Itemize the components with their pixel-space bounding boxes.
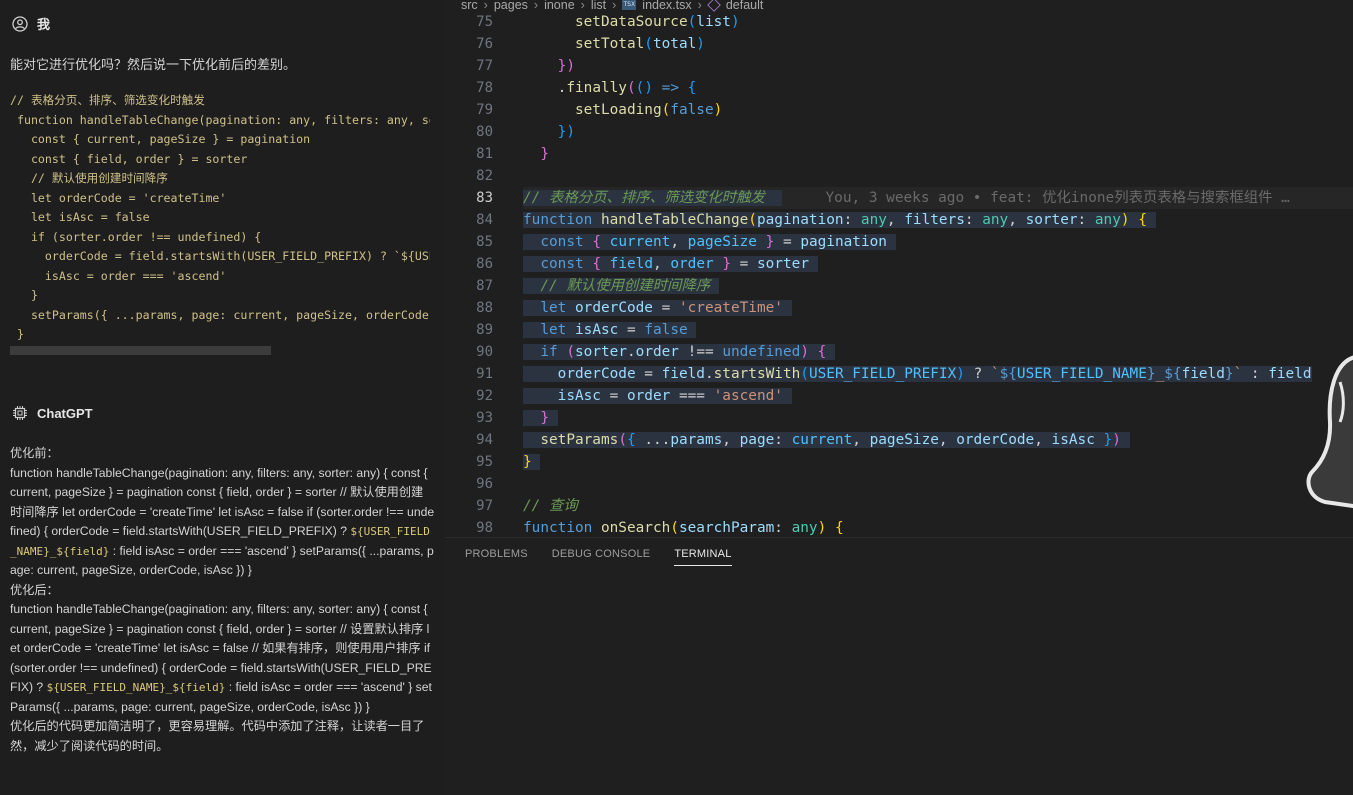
line-number: 97 [476, 498, 493, 514]
line-number: 80 [476, 124, 493, 140]
user-code-line: isAsc = order === 'ascend' [10, 268, 227, 283]
user-code-line: function handleTableChange(pagination: a… [16, 112, 430, 127]
line-number: 90 [476, 344, 493, 360]
code-line: setLoading(false) [574, 102, 723, 118]
code-line: // 默认使用创建时间降序 [523, 275, 1353, 297]
code-line: const { current, pageSize } = pagination [523, 231, 1353, 253]
user-author: 我 [12, 14, 50, 33]
code-line: setDataSource(list) [574, 14, 740, 30]
after-label: 优化后： [10, 582, 59, 597]
line-number: 78 [476, 80, 493, 96]
code-line-current: // 表格分页、排序、筛选变化时触发 You, 3 weeks ago • fe… [523, 187, 1353, 209]
line-number: 77 [476, 58, 493, 74]
code-line: } [540, 146, 549, 162]
after-code-text: function handleTableChange(pagination: a… [10, 602, 432, 714]
line-number: 87 [476, 278, 493, 294]
line-number: 88 [476, 300, 493, 316]
code-line: } [523, 451, 1353, 473]
code-line: setParams({ ...params, page: current, pa… [523, 429, 1353, 451]
code-line: setTotal(total) [574, 36, 705, 52]
line-number: 96 [476, 476, 493, 492]
user-code-line: // 表格分页、排序、筛选变化时触发 [10, 93, 205, 107]
code-editor[interactable]: src › pages › inone › list › TSX index.tsx › … [445, 0, 1353, 537]
tab-problems[interactable]: PROBLEMS [465, 548, 528, 566]
user-code-line: const { current, pageSize } = pagination [10, 132, 311, 146]
user-code-line: orderCode = field.startsWith(USER_FIELD_… [44, 249, 430, 263]
line-number: 76 [476, 36, 493, 52]
before-label: 优化前： [10, 446, 59, 460]
tab-terminal[interactable]: TERMINAL [674, 548, 732, 566]
line-number: 94 [476, 432, 493, 448]
line-number-gutter: 75 76 77 78 79 80 81 82 83 84 85 86 87 88 89 90 91 92 93 94… [445, 11, 493, 537]
code-line: let orderCode = 'createTime' [523, 297, 1353, 319]
user-code-block: // 表格分页、排序、筛选变化时触发 function handleTableC… [10, 91, 430, 345]
user-code-line: } [10, 327, 24, 341]
panel-tabs: PROBLEMS DEBUG CONSOLE TERMINAL [465, 548, 732, 566]
code-line: } [523, 407, 1353, 429]
line-number: 82 [476, 168, 493, 184]
user-code-line: if (sorter.order !== undefined) { [10, 229, 262, 244]
chatgpt-chip-icon [13, 406, 27, 420]
line-number: 92 [476, 388, 493, 404]
line-number: 83 [476, 190, 493, 206]
user-code-line: setParams({ ...params, page: current, pa… [30, 307, 430, 322]
bot-author: ChatGPT [12, 405, 93, 421]
line-number: 98 [476, 520, 493, 536]
user-code-line: // 默认使用创建时间降序 [10, 171, 168, 185]
code-line: .finally(() => { [523, 80, 697, 96]
before-code-text: function handleTableChange(pagination: a… [10, 465, 435, 578]
user-code-line: } [10, 288, 38, 302]
mascot-sticker-image [1306, 355, 1353, 509]
code-line: isAsc = order === 'ascend' [523, 385, 1353, 407]
line-number: 86 [476, 256, 493, 272]
user-code-line: let orderCode = 'createTime' [10, 190, 227, 205]
chat-panel: 我 能对它进行优化吗？然后说一下优化前后的差别。 // 表格分页、排序、筛选变化… [0, 0, 445, 795]
line-number: 79 [476, 102, 493, 118]
line-number: 75 [476, 14, 493, 30]
code-line: function onSearch(searchParam: any) { [523, 520, 844, 536]
user-code-line: let isAsc = false [10, 210, 150, 224]
user-name: 我 [37, 17, 51, 32]
tab-debug-console[interactable]: DEBUG CONSOLE [552, 548, 651, 566]
bot-name: ChatGPT [37, 405, 93, 421]
code-horizontal-scrollbar[interactable] [10, 346, 271, 355]
user-code-line: const { field, order } = sorter [10, 151, 248, 166]
tsx-file-icon: TSX [622, 0, 637, 10]
bot-answer: 优化前： function handleTableChange(paginati… [10, 444, 435, 756]
line-number: 85 [476, 234, 493, 250]
user-question: 能对它进行优化吗？然后说一下优化前后的差别。 [10, 57, 297, 72]
inline-code: ${USER_FIELD_NAME}_${field} [46, 681, 226, 694]
code-content[interactable]: setDataSource(list) setTotal(total) }) .… [523, 11, 1353, 537]
bottom-panel: PROBLEMS DEBUG CONSOLE TERMINAL [445, 537, 1353, 795]
code-line: }) [557, 124, 575, 140]
line-number: 84 [476, 212, 493, 228]
line-number: 91 [476, 366, 493, 382]
git-blame-annotation: You, 3 weeks ago • feat: 优化inone列表页表格与搜索… [825, 190, 1290, 206]
user-avatar-icon [12, 15, 28, 32]
line-number: 93 [476, 410, 493, 426]
code-line: const { field, order } = sorter [523, 253, 1353, 275]
code-line: function handleTableChange(pagination: a… [523, 209, 1353, 231]
summary-text: 优化后的代码更加简洁明了，更容易理解。代码中添加了注释，让读者一目了然，减少了阅… [10, 719, 425, 753]
code-line: }) [557, 58, 575, 74]
line-number: 81 [476, 146, 493, 162]
code-line: let isAsc = false [523, 319, 1353, 341]
code-line: // 查询 [523, 498, 578, 514]
code-line: if (sorter.order !== undefined) { [523, 341, 1353, 363]
line-number: 95 [476, 454, 493, 470]
line-number: 89 [476, 322, 493, 338]
code-line: orderCode = field.startsWith(USER_FIELD_… [523, 363, 1353, 385]
